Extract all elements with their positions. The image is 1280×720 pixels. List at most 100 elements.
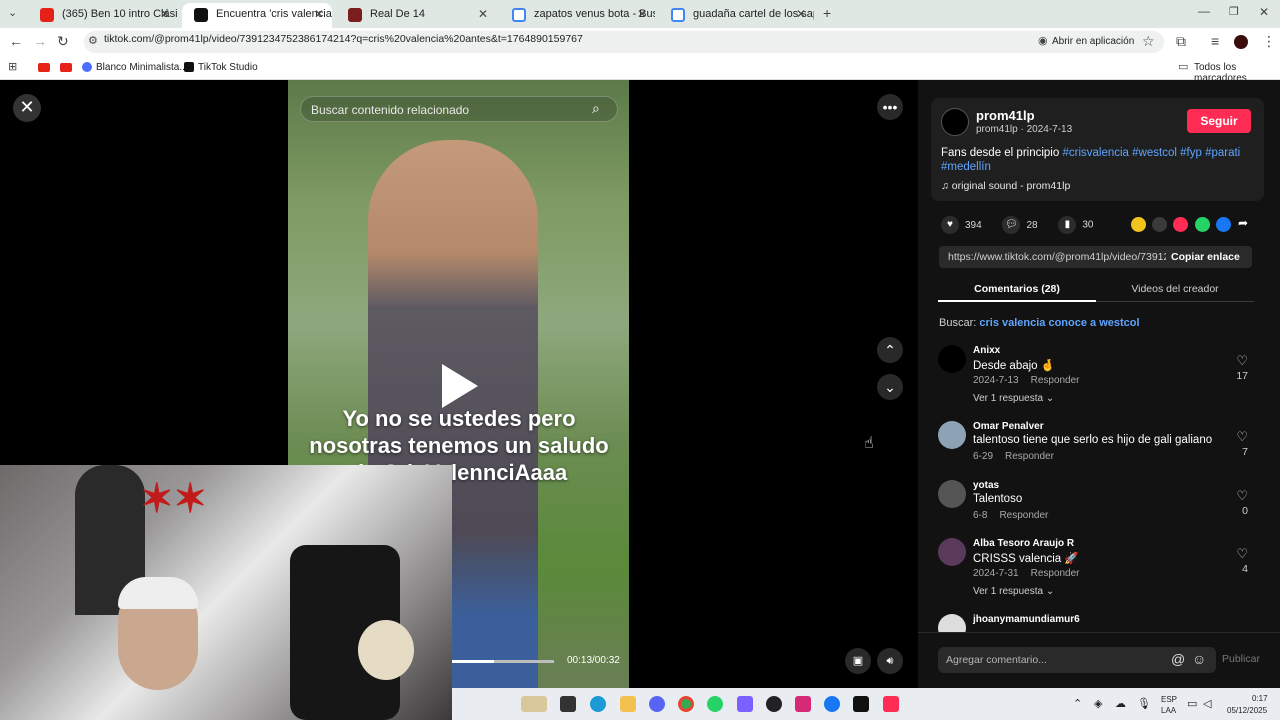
extensions-icon[interactable]: ⧉ (1176, 33, 1186, 50)
edge-icon[interactable] (590, 696, 606, 712)
avatar[interactable] (938, 538, 966, 566)
back-icon[interactable]: ← (9, 33, 23, 49)
related-search-input[interactable]: Buscar contenido relacionado (300, 96, 618, 122)
comment-author[interactable]: yotas (973, 480, 999, 491)
sound-link[interactable]: ♫ original sound - prom41lp (941, 180, 1070, 192)
tray-app-icon[interactable]: ◈ (1094, 697, 1102, 710)
instagram-icon[interactable] (795, 696, 811, 712)
open-in-app-button[interactable]: Abrir en aplicación (1052, 36, 1134, 47)
whatsapp-icon[interactable] (1195, 217, 1210, 232)
media-icon[interactable]: ≡ (1211, 33, 1219, 49)
creator-avatar[interactable] (941, 108, 969, 136)
close-tab-icon[interactable]: ✕ (478, 7, 488, 21)
pip-icon[interactable]: ▣ (845, 648, 871, 674)
copy-link-button[interactable]: Copiar enlace (1171, 251, 1240, 263)
heart-icon[interactable]: ♡ (1236, 353, 1248, 369)
comment-icon[interactable]: 💬︎ (1002, 216, 1021, 234)
avatar[interactable] (938, 480, 966, 508)
heart-icon[interactable]: ♡ (1236, 429, 1248, 445)
close-icon[interactable]: ✕ (13, 94, 41, 122)
bookmark-tiktok-studio[interactable]: TikTok Studio (198, 62, 258, 73)
more-icon[interactable]: ••• (877, 94, 903, 120)
creator-name[interactable]: prom41lp (976, 108, 1035, 123)
heart-icon[interactable]: ♡ (1236, 488, 1248, 504)
comment-author[interactable]: jhoanymamundiamur6 (973, 614, 1080, 625)
follow-button[interactable]: Seguir (1187, 109, 1251, 133)
publish-button[interactable]: Publicar (1222, 653, 1260, 665)
reply-button[interactable]: Responder (1005, 451, 1054, 462)
folder-icon[interactable] (620, 696, 636, 712)
heart-icon[interactable]: ♥ (941, 216, 959, 234)
tray-chevron-icon[interactable]: ⌃ (1073, 697, 1082, 710)
minimize-icon[interactable]: — (1198, 4, 1210, 18)
share-icon[interactable]: ➦ (1238, 216, 1248, 230)
browser-tab[interactable]: zapatos venus bota - Buscar co... ✕ (500, 3, 655, 28)
close-window-icon[interactable]: ✕ (1259, 5, 1269, 19)
forward-icon[interactable]: → (33, 33, 47, 49)
clock-time[interactable]: 0:17 (1252, 694, 1268, 703)
bookmark-icon[interactable]: ▮ (1058, 216, 1077, 234)
tab-comments[interactable]: Comentarios (28) (938, 283, 1096, 295)
emoji-icon[interactable]: ☺ (1192, 651, 1206, 667)
network-icon[interactable]: ▭ (1187, 697, 1197, 710)
tab-creator-videos[interactable]: Videos del creador (1096, 283, 1254, 295)
search-suggestion[interactable]: Buscar: cris valencia conoce a westcol (939, 317, 1140, 329)
cloud-icon[interactable]: ☁ (1115, 697, 1126, 710)
taskview-icon[interactable] (560, 696, 576, 712)
discord-icon[interactable] (649, 696, 665, 712)
heart-icon[interactable]: ♡ (1236, 546, 1248, 562)
tiktok-icon[interactable] (853, 696, 869, 712)
avatar[interactable] (938, 614, 966, 632)
hashtag[interactable]: #parati (1205, 147, 1240, 159)
search-icon[interactable]: ⌕ (592, 100, 600, 117)
avatar[interactable] (938, 345, 966, 373)
chevron-up-icon[interactable]: ⌃ (877, 337, 903, 363)
video-progress[interactable] (452, 660, 554, 663)
youtube-icon[interactable] (38, 63, 50, 72)
reply-button[interactable]: Responder (1031, 568, 1080, 579)
avatar[interactable] (938, 421, 966, 449)
mention-icon[interactable]: @ (1171, 651, 1185, 667)
close-tab-icon[interactable]: ✕ (637, 7, 647, 21)
send-icon[interactable] (1173, 217, 1188, 232)
close-tab-icon[interactable]: ✕ (160, 7, 170, 21)
coin-icon[interactable] (1131, 217, 1146, 232)
lang-top[interactable]: ESP (1161, 695, 1177, 704)
tab-list-icon[interactable]: ⌄ (8, 6, 17, 19)
snipping-icon[interactable] (737, 696, 753, 712)
hashtag[interactable]: #medellín (941, 161, 991, 173)
new-tab-icon[interactable]: + (823, 5, 831, 21)
comment-author[interactable]: Omar Penalver (973, 421, 1044, 432)
close-tab-icon[interactable]: ✕ (796, 7, 806, 21)
explorer-icon[interactable] (521, 696, 547, 712)
view-replies[interactable]: Ver 1 respuesta ⌄ (973, 586, 1054, 597)
facebook-icon[interactable] (824, 696, 840, 712)
view-replies[interactable]: Ver 1 respuesta ⌄ (973, 393, 1054, 404)
profile-avatar[interactable] (1234, 35, 1248, 49)
share-link[interactable]: https://www.tiktok.com/@prom41lp/video/7… (948, 251, 1166, 263)
browser-tab[interactable]: Real De 14 ✕ (336, 3, 496, 28)
comment-author[interactable]: Alba Tesoro Araujo R (973, 538, 1074, 549)
site-info-icon[interactable]: ⚙ (88, 34, 98, 47)
comment-author[interactable]: Anixx (973, 345, 1000, 356)
browser-tab-active[interactable]: Encuentra 'cris valencia antes' e... ✕ (182, 3, 332, 28)
star-icon[interactable]: ☆ (1142, 33, 1155, 50)
hashtag[interactable]: #fyp (1180, 147, 1202, 159)
chevron-down-icon[interactable]: ⌄ (877, 374, 903, 400)
whatsapp-icon[interactable] (707, 696, 723, 712)
hashtag[interactable]: #westcol (1132, 147, 1177, 159)
close-tab-icon[interactable]: ✕ (314, 7, 324, 21)
browser-tab[interactable]: (365) Ben 10 intro Clásico Español ✕ (28, 3, 178, 28)
facebook-icon[interactable] (1216, 217, 1231, 232)
lang-bottom[interactable]: LAA (1161, 706, 1176, 715)
embed-icon[interactable] (1152, 217, 1167, 232)
mic-icon[interactable]: 🎙︎ (1137, 697, 1151, 710)
volume-icon[interactable]: 🔊︎ (877, 648, 903, 674)
reload-icon[interactable]: ↻ (57, 33, 69, 50)
reply-button[interactable]: Responder (1031, 375, 1080, 386)
obs-icon[interactable] (766, 696, 782, 712)
bookmark-blanco[interactable]: Blanco Minimalista... (96, 62, 188, 73)
restore-icon[interactable]: ❐ (1229, 5, 1239, 18)
youtube-icon[interactable] (60, 63, 72, 72)
volume-icon[interactable]: ◁ (1203, 697, 1211, 710)
